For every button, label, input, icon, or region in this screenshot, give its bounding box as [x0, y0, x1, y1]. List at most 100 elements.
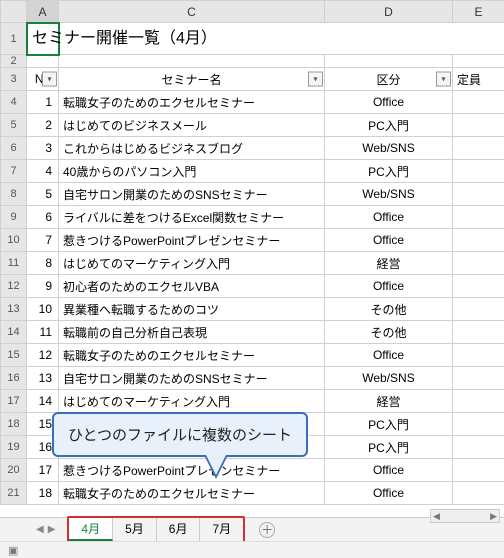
- cell-name[interactable]: はじめてのマーケティング入門: [59, 252, 325, 275]
- cell-capacity[interactable]: [453, 367, 504, 390]
- cell-category[interactable]: Office: [325, 344, 453, 367]
- filter-dropdown-icon[interactable]: ▾: [42, 72, 57, 87]
- cell[interactable]: [59, 55, 325, 68]
- cell-name[interactable]: 惹きつけるPowerPointプレゼンセミナー: [59, 459, 325, 482]
- filter-header-category[interactable]: 区分 ▾: [325, 68, 453, 91]
- row-header[interactable]: 4: [1, 91, 27, 114]
- row-header[interactable]: 15: [1, 344, 27, 367]
- add-sheet-button[interactable]: ＋: [259, 522, 275, 538]
- cell-no[interactable]: 4: [27, 160, 59, 183]
- cell-category[interactable]: Office: [325, 91, 453, 114]
- cell-capacity[interactable]: [453, 321, 504, 344]
- cell-category[interactable]: PC入門: [325, 436, 453, 459]
- filter-dropdown-icon[interactable]: ▾: [436, 72, 451, 87]
- cell-no[interactable]: 9: [27, 275, 59, 298]
- filter-header-name[interactable]: セミナー名 ▾: [59, 68, 325, 91]
- cell-no[interactable]: 1: [27, 91, 59, 114]
- cell-capacity[interactable]: [453, 206, 504, 229]
- active-cell[interactable]: [27, 23, 59, 55]
- filter-header-no[interactable]: No ▾: [27, 68, 59, 91]
- col-header-A[interactable]: A: [27, 1, 59, 23]
- cell-capacity[interactable]: [453, 137, 504, 160]
- cell-name[interactable]: 自宅サロン開業のためのSNSセミナー: [59, 367, 325, 390]
- col-header-D[interactable]: D: [325, 1, 453, 23]
- cell-no[interactable]: 13: [27, 367, 59, 390]
- cell-capacity[interactable]: [453, 344, 504, 367]
- cell-name[interactable]: はじめてのビジネスメール: [59, 114, 325, 137]
- cell-name[interactable]: 転職女子のためのエクセルセミナー: [59, 482, 325, 505]
- cell-category[interactable]: Office: [325, 229, 453, 252]
- horizontal-scrollbar[interactable]: ◀ ▶: [430, 509, 500, 523]
- sheet-tab[interactable]: 5月: [113, 518, 157, 541]
- row-header[interactable]: 20: [1, 459, 27, 482]
- cell-capacity[interactable]: [453, 482, 504, 505]
- cell-no[interactable]: 2: [27, 114, 59, 137]
- cell-capacity[interactable]: [453, 436, 504, 459]
- cell-name[interactable]: 40歳からのパソコン入門: [59, 160, 325, 183]
- cell-category[interactable]: Web/SNS: [325, 367, 453, 390]
- select-all-corner[interactable]: [1, 1, 27, 23]
- col-header-C[interactable]: C: [59, 1, 325, 23]
- filter-dropdown-icon[interactable]: ▾: [308, 72, 323, 87]
- cell-name[interactable]: 転職女子のためのエクセルセミナー: [59, 91, 325, 114]
- cell-name[interactable]: はじめてのマーケティング入門: [59, 390, 325, 413]
- sheet-tab[interactable]: 6月: [157, 518, 201, 541]
- row-header[interactable]: 16: [1, 367, 27, 390]
- cell-category[interactable]: 経営: [325, 390, 453, 413]
- cell-category[interactable]: Office: [325, 275, 453, 298]
- cell-category[interactable]: PC入門: [325, 413, 453, 436]
- tab-nav-next-icon[interactable]: ▶: [48, 524, 56, 535]
- row-header[interactable]: 7: [1, 160, 27, 183]
- record-macro-icon[interactable]: ▣: [8, 544, 18, 557]
- cell-capacity[interactable]: [453, 459, 504, 482]
- cell-category[interactable]: Office: [325, 206, 453, 229]
- col-header-E[interactable]: E: [453, 1, 504, 23]
- cell[interactable]: [27, 55, 59, 68]
- cell-category[interactable]: PC入門: [325, 114, 453, 137]
- cell-capacity[interactable]: [453, 114, 504, 137]
- cell-capacity[interactable]: [453, 298, 504, 321]
- filter-header-capacity[interactable]: 定員: [453, 68, 504, 91]
- cell-capacity[interactable]: [453, 252, 504, 275]
- cell-category[interactable]: Web/SNS: [325, 137, 453, 160]
- row-header[interactable]: 5: [1, 114, 27, 137]
- sheet-tab[interactable]: 4月: [69, 518, 113, 541]
- cell-category[interactable]: PC入門: [325, 160, 453, 183]
- cell-capacity[interactable]: [453, 160, 504, 183]
- cell-no[interactable]: 8: [27, 252, 59, 275]
- cell-no[interactable]: 17: [27, 459, 59, 482]
- cell-name[interactable]: 転職女子のためのエクセルセミナー: [59, 344, 325, 367]
- cell[interactable]: [453, 55, 504, 68]
- row-header[interactable]: 9: [1, 206, 27, 229]
- cell-capacity[interactable]: [453, 275, 504, 298]
- row-header[interactable]: 19: [1, 436, 27, 459]
- cell-name[interactable]: 初心者のためのエクセルVBA: [59, 275, 325, 298]
- cell-name[interactable]: 惹きつけるPowerPointプレゼンセミナー: [59, 229, 325, 252]
- cell-no[interactable]: 12: [27, 344, 59, 367]
- row-header[interactable]: 10: [1, 229, 27, 252]
- cell-name[interactable]: 転職前の自己分析自己表現: [59, 321, 325, 344]
- cell-category[interactable]: Web/SNS: [325, 183, 453, 206]
- cell-capacity[interactable]: [453, 91, 504, 114]
- row-header[interactable]: 21: [1, 482, 27, 505]
- cell-capacity[interactable]: [453, 229, 504, 252]
- sheet-tab[interactable]: 7月: [200, 518, 243, 541]
- cell-no[interactable]: 7: [27, 229, 59, 252]
- row-header[interactable]: 1: [1, 23, 27, 55]
- cell-no[interactable]: 5: [27, 183, 59, 206]
- cell-capacity[interactable]: [453, 390, 504, 413]
- title-cell-overflow[interactable]: [59, 23, 504, 55]
- cell-category[interactable]: Office: [325, 482, 453, 505]
- row-header[interactable]: 14: [1, 321, 27, 344]
- cell-no[interactable]: 10: [27, 298, 59, 321]
- row-header[interactable]: 18: [1, 413, 27, 436]
- row-header[interactable]: 2: [1, 55, 27, 68]
- cell-category[interactable]: その他: [325, 298, 453, 321]
- row-header[interactable]: 13: [1, 298, 27, 321]
- cell-no[interactable]: 3: [27, 137, 59, 160]
- cell-category[interactable]: Office: [325, 459, 453, 482]
- cell-capacity[interactable]: [453, 183, 504, 206]
- cell-category[interactable]: その他: [325, 321, 453, 344]
- row-header[interactable]: 12: [1, 275, 27, 298]
- cell-capacity[interactable]: [453, 413, 504, 436]
